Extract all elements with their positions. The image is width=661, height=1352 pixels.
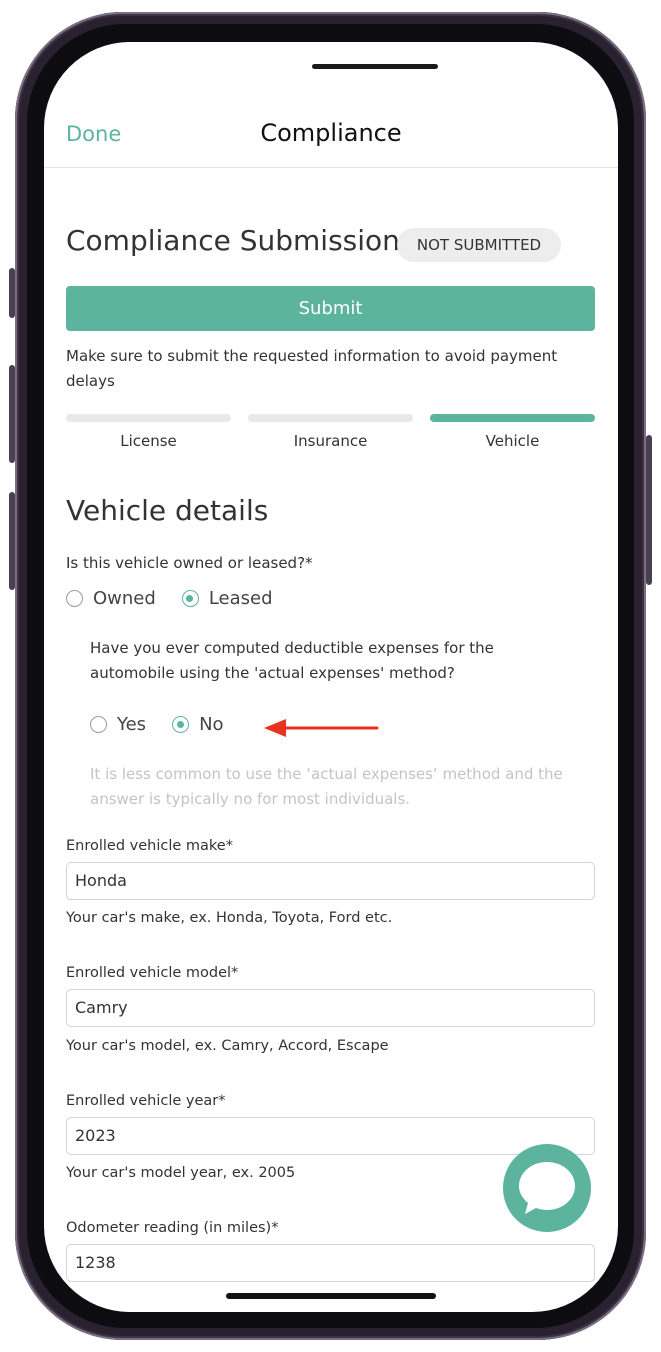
side-button-volume-down [9,492,15,590]
model-help: Your car's model, ex. Camry, Accord, Esc… [66,1038,389,1054]
vehicle-details-title: Vehicle details [66,494,269,527]
submit-button[interactable]: Submit [66,286,595,331]
chat-button[interactable] [503,1144,591,1232]
make-input[interactable]: Honda [66,862,595,900]
radio-leased-label[interactable]: Leased [209,588,273,609]
arrow-left-icon [264,719,379,737]
radio-yes-label[interactable]: Yes [117,714,146,735]
step-bar-insurance[interactable] [248,414,413,422]
radio-owned-label[interactable]: Owned [93,588,156,609]
radio-yes[interactable] [90,716,107,733]
make-label: Enrolled vehicle make* [66,838,233,854]
expenses-radio-group: Yes No [90,714,250,735]
side-button-power [646,435,652,585]
ownership-question: Is this vehicle owned or leased?* [66,554,313,572]
submission-title: Compliance Submission [66,224,400,257]
radio-no-label[interactable]: No [199,714,223,735]
submission-hint: Make sure to submit the requested inform… [66,347,558,390]
odometer-label: Odometer reading (in miles)* [66,1220,279,1236]
step-bar-license[interactable] [66,414,231,422]
expenses-question: Have you ever computed deductible expens… [90,639,494,682]
status-badge: NOT SUBMITTED [397,228,561,262]
radio-no[interactable] [172,716,190,733]
year-help: Your car's model year, ex. 2005 [66,1165,296,1181]
chat-bubble-icon [519,1162,575,1214]
step-bar-vehicle[interactable] [430,414,595,422]
radio-owned[interactable] [66,590,83,607]
year-label: Enrolled vehicle year* [66,1093,226,1109]
step-label-license[interactable]: License [66,432,231,450]
make-help: Your car's make, ex. Honda, Toyota, Ford… [66,910,393,926]
navigation-bar: Done Compliance [44,42,618,168]
model-label: Enrolled vehicle model* [66,965,239,981]
step-label-vehicle[interactable]: Vehicle [430,432,595,450]
step-label-insurance[interactable]: Insurance [248,432,413,450]
expenses-note: It is less common to use the ‘actual exp… [90,765,563,808]
model-input[interactable]: Camry [66,989,595,1027]
side-button-silent [9,268,15,318]
radio-leased[interactable] [181,590,199,607]
ownership-radio-group: Owned Leased [66,588,299,609]
home-indicator[interactable] [226,1293,436,1299]
page-title: Compliance [260,119,402,147]
odometer-input[interactable]: 1238 [66,1244,595,1282]
side-button-volume-up [9,365,15,463]
screen: Done Compliance Compliance Submission NO… [44,42,618,1312]
